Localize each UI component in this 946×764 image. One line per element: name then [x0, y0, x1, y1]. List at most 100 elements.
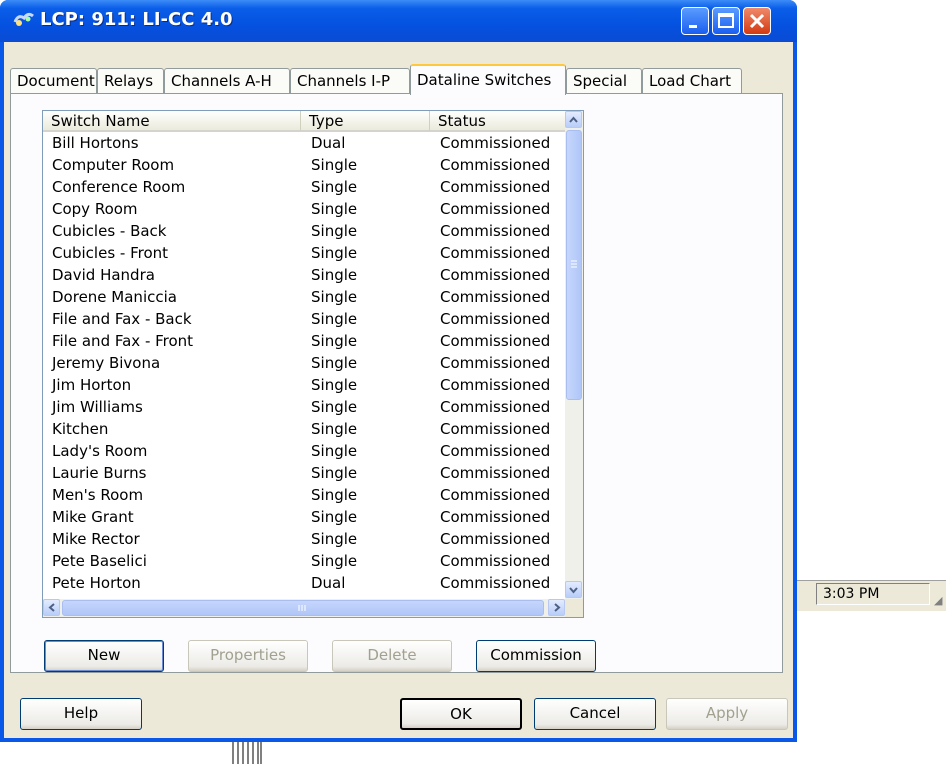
list-item[interactable]: Laurie Burns Single Commissioned — [43, 462, 567, 484]
type-cell: Single — [311, 156, 358, 174]
delete-button[interactable]: Delete — [332, 640, 452, 672]
ok-button[interactable]: OK — [400, 698, 522, 730]
list-item[interactable]: Computer Room Single Commissioned — [43, 154, 567, 176]
scroll-down-button[interactable] — [565, 581, 582, 598]
column-switch-name[interactable]: Switch Name — [43, 111, 301, 132]
switch-name-cell: Pete Baselici — [52, 552, 147, 570]
commission-button[interactable]: Commission — [476, 640, 596, 672]
status-cell: Commissioned — [440, 574, 551, 592]
type-cell: Single — [311, 464, 358, 482]
window-title: LCP: 911: LI-CC 4.0 — [40, 9, 233, 30]
type-cell: Single — [311, 398, 358, 416]
type-cell: Dual — [311, 574, 346, 592]
type-cell: Single — [311, 442, 358, 460]
switch-name-cell: Men's Room — [52, 486, 144, 504]
list-item[interactable]: Men's Room Single Commissioned — [43, 484, 567, 506]
list-item[interactable]: Jim Williams Single Commissioned — [43, 396, 567, 418]
type-cell: Single — [311, 508, 358, 526]
tab-load-chart[interactable]: Load Chart — [642, 68, 742, 93]
list-item[interactable]: Pete Horton Dual Commissioned — [43, 572, 567, 594]
horizontal-scrollbar[interactable] — [43, 599, 567, 617]
switch-name-cell: Kitchen — [52, 420, 109, 438]
list-item[interactable]: File and Fax - Front Single Commissioned — [43, 330, 567, 352]
switch-name-cell: Jim Horton — [52, 376, 132, 394]
switch-name-cell: Dorene Maniccia — [52, 288, 177, 306]
new-button[interactable]: New — [44, 640, 164, 672]
switch-name-cell: Lady's Room — [52, 442, 148, 460]
list-item[interactable]: Jim Horton Single Commissioned — [43, 374, 567, 396]
switch-name-cell: Pete Horton — [52, 574, 141, 592]
tab-relays[interactable]: Relays — [97, 68, 164, 93]
list-item[interactable]: Jeremy Bivona Single Commissioned — [43, 352, 567, 374]
list-item[interactable]: Dorene Maniccia Single Commissioned — [43, 286, 567, 308]
maximize-button[interactable] — [712, 7, 740, 35]
switch-name-cell: Mike Rector — [52, 530, 140, 548]
switch-name-cell: Bill Hortons — [52, 134, 139, 152]
chevron-down-icon — [569, 587, 578, 594]
status-cell: Commissioned — [440, 486, 551, 504]
list-item[interactable]: Kitchen Single Commissioned — [43, 418, 567, 440]
status-cell: Commissioned — [440, 156, 551, 174]
type-cell: Single — [311, 552, 358, 570]
apply-button[interactable]: Apply — [666, 698, 788, 730]
app-icon — [13, 12, 34, 26]
list-item[interactable]: Pete Baselici Single Commissioned — [43, 550, 567, 572]
dialog-client-area: Document Relays Channels A-H Channels I-… — [4, 42, 793, 738]
scroll-left-button[interactable] — [43, 599, 60, 616]
list-item[interactable]: Cubicles - Front Single Commissioned — [43, 242, 567, 264]
tab-special[interactable]: Special — [566, 68, 642, 93]
resize-grip-icon: ◢ — [934, 594, 943, 607]
status-cell: Commissioned — [440, 222, 551, 240]
list-item[interactable]: David Handra Single Commissioned — [43, 264, 567, 286]
column-status[interactable]: Status — [430, 111, 567, 132]
switch-name-cell: Laurie Burns — [52, 464, 147, 482]
status-cell: Commissioned — [440, 376, 551, 394]
vertical-scroll-thumb[interactable] — [566, 130, 582, 400]
list-item[interactable]: Mike Grant Single Commissioned — [43, 506, 567, 528]
vertical-scrollbar[interactable] — [565, 111, 583, 599]
status-cell: Commissioned — [440, 530, 551, 548]
status-cell: Commissioned — [440, 178, 551, 196]
tab-document[interactable]: Document — [10, 68, 97, 93]
type-cell: Single — [311, 178, 358, 196]
switch-name-cell: File and Fax - Back — [52, 310, 192, 328]
help-button[interactable]: Help — [20, 698, 142, 730]
grip-icon — [298, 605, 306, 611]
switch-list[interactable]: Switch Name Type Status Bill Hortons Dual… — [42, 110, 584, 618]
list-header: Switch Name Type Status — [43, 111, 567, 132]
tab-channels-i-p[interactable]: Channels I-P — [290, 68, 410, 93]
status-cell: Commissioned — [440, 508, 551, 526]
list-item[interactable]: Bill Hortons Dual Commissioned — [43, 132, 567, 154]
taskbar-clock: 3:03 PM — [816, 583, 930, 605]
title-bar[interactable]: LCP: 911: LI-CC 4.0 — [0, 0, 797, 42]
list-item[interactable]: Copy Room Single Commissioned — [43, 198, 567, 220]
switch-name-cell: Cubicles - Back — [52, 222, 167, 240]
status-cell: Commissioned — [440, 244, 551, 262]
list-item[interactable]: Lady's Room Single Commissioned — [43, 440, 567, 462]
minimize-button[interactable] — [681, 7, 709, 35]
cancel-button[interactable]: Cancel — [534, 698, 656, 730]
scroll-up-button[interactable] — [565, 111, 582, 128]
grip-icon — [571, 260, 577, 268]
properties-button[interactable]: Properties — [188, 640, 308, 672]
list-item[interactable]: Conference Room Single Commissioned — [43, 176, 567, 198]
status-cell: Commissioned — [440, 332, 551, 350]
list-item[interactable]: Mike Rector Single Commissioned — [43, 528, 567, 550]
type-cell: Single — [311, 266, 358, 284]
column-type[interactable]: Type — [301, 111, 430, 132]
close-icon — [749, 13, 765, 29]
type-cell: Single — [311, 244, 358, 262]
tab-dataline-switches[interactable]: Dataline Switches — [410, 64, 566, 95]
switch-name-cell: File and Fax - Front — [52, 332, 194, 350]
switch-name-cell: David Handra — [52, 266, 155, 284]
close-button[interactable] — [743, 7, 771, 35]
type-cell: Dual — [311, 134, 346, 152]
scroll-right-button[interactable] — [548, 599, 565, 616]
tab-channels-a-h[interactable]: Channels A-H — [164, 68, 290, 93]
type-cell: Single — [311, 310, 358, 328]
list-item[interactable]: File and Fax - Back Single Commissioned — [43, 308, 567, 330]
list-item[interactable]: Cubicles - Back Single Commissioned — [43, 220, 567, 242]
horizontal-scroll-thumb[interactable] — [62, 600, 544, 616]
type-cell: Single — [311, 354, 358, 372]
status-cell: Commissioned — [440, 442, 551, 460]
